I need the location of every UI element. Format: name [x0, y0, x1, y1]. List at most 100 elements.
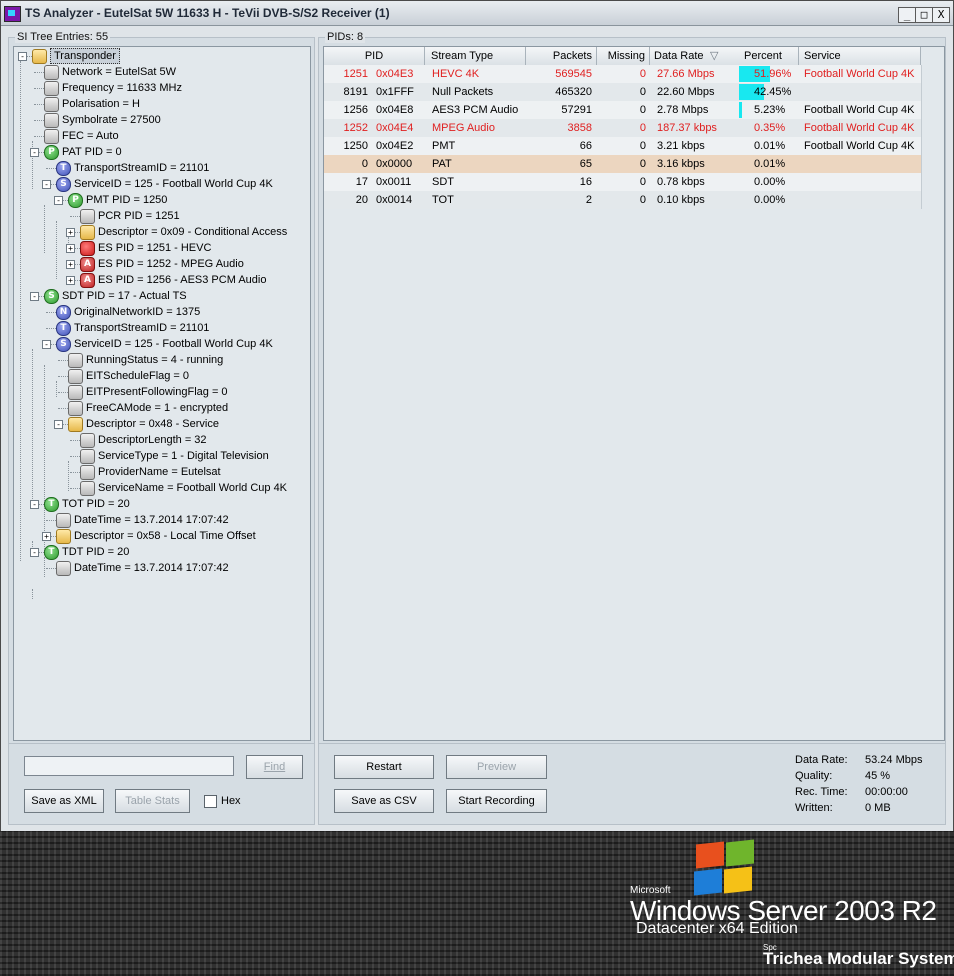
- col-missing[interactable]: Missing: [597, 47, 650, 66]
- expand-icon[interactable]: +: [66, 244, 75, 253]
- tree-node[interactable]: - S SDT PID = 17 - Actual TS: [14, 288, 304, 304]
- tree-node[interactable]: Frequency = 11633 MHz: [14, 80, 304, 96]
- preview-button[interactable]: Preview: [446, 755, 547, 779]
- tree-node[interactable]: EITPresentFollowingFlag = 0: [14, 384, 304, 400]
- tree-node[interactable]: DescriptorLength = 32: [14, 432, 304, 448]
- tree-guide-line: [70, 216, 80, 217]
- restart-button[interactable]: Restart: [334, 755, 434, 779]
- tree-node-label: FreeCAMode = 1 - encrypted: [86, 402, 229, 414]
- brand-edition: Datacenter x64 Edition: [636, 920, 798, 937]
- start-recording-button[interactable]: Start Recording: [446, 789, 547, 813]
- table-icon: T: [56, 321, 71, 336]
- collapse-icon[interactable]: -: [54, 196, 63, 205]
- quality-label: Quality:: [795, 770, 833, 782]
- minimize-button[interactable]: _: [898, 7, 916, 23]
- tree-node[interactable]: ProviderName = Eutelsat: [14, 464, 304, 480]
- tree-node[interactable]: + A ES PID = 1252 - MPEG Audio: [14, 256, 304, 272]
- tree-guide-line: [46, 168, 56, 169]
- expand-icon[interactable]: +: [66, 260, 75, 269]
- tree-node[interactable]: Polarisation = H: [14, 96, 304, 112]
- tree-node[interactable]: - T TOT PID = 20: [14, 496, 304, 512]
- collapse-icon[interactable]: -: [54, 420, 63, 429]
- tree-node[interactable]: FEC = Auto: [14, 128, 304, 144]
- tree-node-label: ServiceID = 125 - Football World Cup 4K: [74, 338, 273, 350]
- hex-checkbox[interactable]: [204, 795, 217, 808]
- hex-label: Hex: [221, 795, 241, 807]
- tree-node[interactable]: - S ServiceID = 125 - Football World Cup 4…: [14, 336, 304, 352]
- sdt-icon: S: [44, 289, 59, 304]
- find-button[interactable]: Find: [246, 755, 303, 779]
- save-xml-button[interactable]: Save as XML: [24, 789, 104, 813]
- tree-guide-line: [34, 120, 44, 121]
- tree-node[interactable]: N OriginalNetworkID = 1375: [14, 304, 304, 320]
- tree-node[interactable]: - T TDT PID = 20: [14, 544, 304, 560]
- pids-table[interactable]: PID Stream Type Packets Missing Data Rat…: [323, 46, 945, 741]
- tree-node[interactable]: + Descriptor = 0x58 - Local Time Offset: [14, 528, 304, 544]
- tree-node[interactable]: DateTime = 13.7.2014 17:07:42: [14, 512, 304, 528]
- save-csv-button[interactable]: Save as CSV: [334, 789, 434, 813]
- title-bar[interactable]: TS Analyzer - EutelSat 5W 11633 H - TeVi…: [1, 1, 953, 26]
- tree-node[interactable]: Network = EutelSat 5W: [14, 64, 304, 80]
- table-stats-button[interactable]: Table Stats: [115, 789, 190, 813]
- table-row[interactable]: 17 0x0011 SDT 16 0 0.78 kbps 0.00%: [324, 173, 921, 191]
- tree-node[interactable]: T TransportStreamID = 21101: [14, 320, 304, 336]
- table-row[interactable]: 1252 0x04E4 MPEG Audio 3858 0 187.37 kbps 0.35…: [324, 119, 921, 137]
- expand-icon[interactable]: +: [66, 228, 75, 237]
- table-row[interactable]: 0 0x0000 PAT 65 0 3.16 kbps 0.01%: [324, 155, 921, 173]
- tree-node[interactable]: - P PMT PID = 1250: [14, 192, 304, 208]
- find-input[interactable]: [24, 756, 234, 776]
- collapse-icon[interactable]: -: [42, 180, 51, 189]
- data-rate-cell: 187.37 kbps: [657, 122, 717, 134]
- tree-node[interactable]: FreeCAMode = 1 - encrypted: [14, 400, 304, 416]
- tree-node[interactable]: - Transponder: [14, 48, 304, 64]
- col-data-rate[interactable]: Data Rate ▽: [650, 47, 742, 66]
- tree-node[interactable]: + ES PID = 1251 - HEVC: [14, 240, 304, 256]
- collapse-icon[interactable]: -: [30, 548, 39, 557]
- packets-cell: 2: [585, 194, 592, 206]
- tree-node[interactable]: DateTime = 13.7.2014 17:07:42: [14, 560, 304, 576]
- tree-node[interactable]: Symbolrate = 27500: [14, 112, 304, 128]
- table-row[interactable]: 1250 0x04E2 PMT 66 0 3.21 kbps 0.01% Football W…: [324, 137, 921, 155]
- tree-node-label: Network = EutelSat 5W: [62, 66, 177, 78]
- tree-node[interactable]: - S ServiceID = 125 - Football World Cup 4…: [14, 176, 304, 192]
- data-rate-cell: 0.78 kbps: [657, 176, 705, 188]
- close-button[interactable]: X: [932, 7, 950, 23]
- table-row[interactable]: 1256 0x04E8 AES3 PCM Audio 57291 0 2.78 Mbps 5…: [324, 101, 921, 119]
- service-cell: Football World Cup 4K: [804, 68, 915, 80]
- item-icon: [80, 209, 95, 224]
- tree-node-label: DateTime = 13.7.2014 17:07:42: [74, 562, 229, 574]
- col-percent[interactable]: Percent: [738, 47, 799, 66]
- collapse-icon[interactable]: -: [18, 52, 27, 61]
- col-packets[interactable]: Packets: [526, 47, 597, 66]
- tree-node[interactable]: - Descriptor = 0x48 - Service: [14, 416, 304, 432]
- si-tree[interactable]: - Transponder Network = EutelSat 5W Frequen…: [13, 46, 311, 741]
- tree-node[interactable]: - P PAT PID = 0: [14, 144, 304, 160]
- collapse-icon[interactable]: -: [30, 500, 39, 509]
- tree-node[interactable]: + Descriptor = 0x09 - Conditional Access: [14, 224, 304, 240]
- col-service[interactable]: Service: [799, 47, 921, 66]
- tree-node[interactable]: RunningStatus = 4 - running: [14, 352, 304, 368]
- collapse-icon[interactable]: -: [30, 292, 39, 301]
- tree-node[interactable]: ServiceName = Football World Cup 4K: [14, 480, 304, 496]
- tree-node[interactable]: EITScheduleFlag = 0: [14, 368, 304, 384]
- table-row[interactable]: 20 0x0014 TOT 2 0 0.10 kbps 0.00%: [324, 191, 921, 209]
- tree-node-label: ServiceType = 1 - Digital Television: [98, 450, 269, 462]
- table-row[interactable]: 1251 0x04E3 HEVC 4K 569545 0 27.66 Mbps 51.96%…: [324, 65, 921, 83]
- maximize-button[interactable]: □: [915, 7, 933, 23]
- col-stream-type[interactable]: Stream Type: [425, 47, 526, 66]
- pid-cell: 1250: [343, 140, 368, 152]
- tree-node-label: OriginalNetworkID = 1375: [74, 306, 201, 318]
- collapse-icon[interactable]: -: [42, 340, 51, 349]
- expand-icon[interactable]: +: [66, 276, 75, 285]
- col-pid[interactable]: PID: [324, 47, 425, 66]
- data-rate-label: Data Rate:: [795, 754, 848, 766]
- tree-guide-line: [70, 488, 80, 489]
- tree-node[interactable]: + A ES PID = 1256 - AES3 PCM Audio: [14, 272, 304, 288]
- item-icon: [56, 513, 71, 528]
- collapse-icon[interactable]: -: [30, 148, 39, 157]
- table-row[interactable]: 8191 0x1FFF Null Packets 465320 0 22.60 Mbps 4…: [324, 83, 921, 101]
- tree-node[interactable]: PCR PID = 1251: [14, 208, 304, 224]
- expand-icon[interactable]: +: [42, 532, 51, 541]
- tree-node[interactable]: T TransportStreamID = 21101: [14, 160, 304, 176]
- tree-node[interactable]: ServiceType = 1 - Digital Television: [14, 448, 304, 464]
